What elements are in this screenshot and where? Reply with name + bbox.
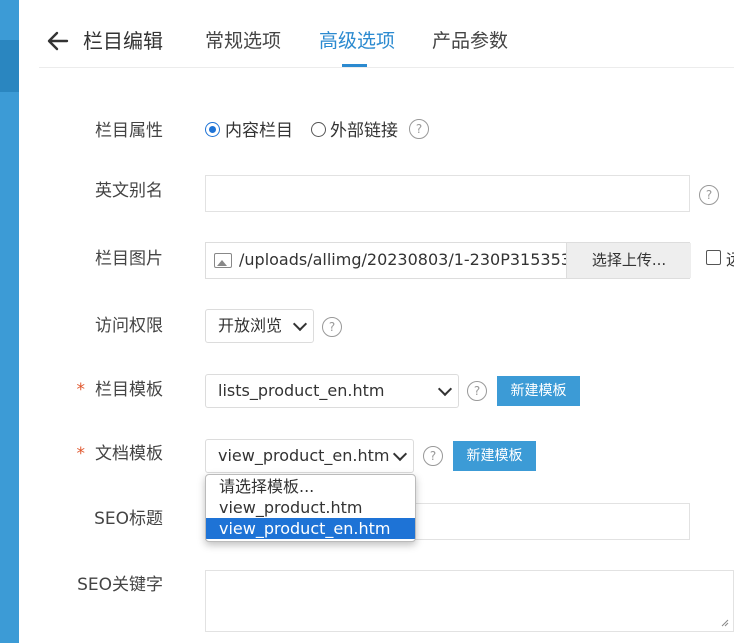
header: 栏目编辑 常规选项 高级选项 产品参数 [39, 0, 734, 68]
image-label: 栏目图片 [95, 249, 163, 269]
image-upload-field[interactable]: /uploads/allimg/20230803/1-230P315353 选择… [205, 242, 691, 279]
required-mark: * [76, 444, 86, 464]
arrow-left-icon[interactable] [47, 27, 69, 55]
upload-button[interactable]: 选择上传... [566, 243, 691, 278]
page-title: 栏目编辑 [83, 29, 163, 53]
chevron-down-icon [392, 446, 408, 462]
list-template-value: lists_product_en.htm [218, 381, 385, 400]
active-tab-indicator [342, 64, 367, 67]
new-list-template-button[interactable]: 新建模板 [497, 376, 580, 406]
question-circle-icon[interactable]: ? [699, 185, 719, 205]
dropdown-option[interactable]: 请选择模板... [206, 476, 415, 497]
question-circle-icon[interactable]: ? [423, 446, 443, 466]
alias-input[interactable] [205, 175, 690, 212]
alias-label: 英文别名 [95, 181, 163, 201]
dropdown-option-selected[interactable]: view_product_en.htm [206, 518, 415, 539]
remote-image-checkbox[interactable] [706, 250, 721, 265]
access-select[interactable]: 开放浏览 [205, 309, 314, 343]
list-template-label: * 栏目模板 [13, 378, 164, 402]
tab-advanced[interactable]: 高级选项 [319, 27, 395, 55]
question-circle-icon[interactable]: ? [322, 317, 342, 337]
chevron-down-icon [292, 316, 308, 332]
chevron-down-icon [437, 381, 453, 397]
radio-content-column[interactable] [205, 122, 220, 137]
doc-template-label: * 文档模板 [13, 442, 164, 466]
list-template-select[interactable]: lists_product_en.htm [205, 374, 459, 408]
column-attr-label: 栏目属性 [95, 121, 163, 141]
access-label: 访问权限 [95, 316, 163, 336]
list-template-label-text: 栏目模板 [95, 380, 163, 400]
seo-title-label: SEO标题 [94, 509, 163, 529]
access-select-value: 开放浏览 [218, 316, 283, 335]
doc-template-select[interactable]: view_product_en.htm [205, 439, 414, 473]
tab-general[interactable]: 常规选项 [205, 27, 281, 55]
new-doc-template-button[interactable]: 新建模板 [453, 441, 536, 471]
remote-image-label: 远 [726, 246, 734, 270]
seo-keywords-textarea[interactable] [205, 570, 734, 632]
tab-product-params[interactable]: 产品参数 [432, 27, 508, 55]
image-icon [214, 253, 232, 268]
doc-template-label-text: 文档模板 [95, 444, 163, 464]
doc-template-value: view_product_en.htm [218, 446, 390, 465]
sidebar-active-item[interactable] [0, 40, 19, 92]
radio-external-link[interactable] [311, 122, 326, 137]
radio-external-link-label: 外部链接 [330, 121, 398, 141]
seo-keywords-label: SEO关键字 [77, 575, 163, 595]
doc-template-dropdown: 请选择模板... view_product.htm view_product_e… [205, 474, 416, 542]
radio-content-column-label: 内容栏目 [225, 121, 293, 141]
dropdown-option[interactable]: view_product.htm [206, 497, 415, 518]
required-mark: * [76, 380, 86, 400]
image-path: /uploads/allimg/20230803/1-230P315353 [239, 250, 571, 269]
question-circle-icon[interactable]: ? [467, 381, 487, 401]
resize-grip-icon[interactable] [721, 619, 729, 627]
question-circle-icon[interactable]: ? [409, 119, 429, 139]
